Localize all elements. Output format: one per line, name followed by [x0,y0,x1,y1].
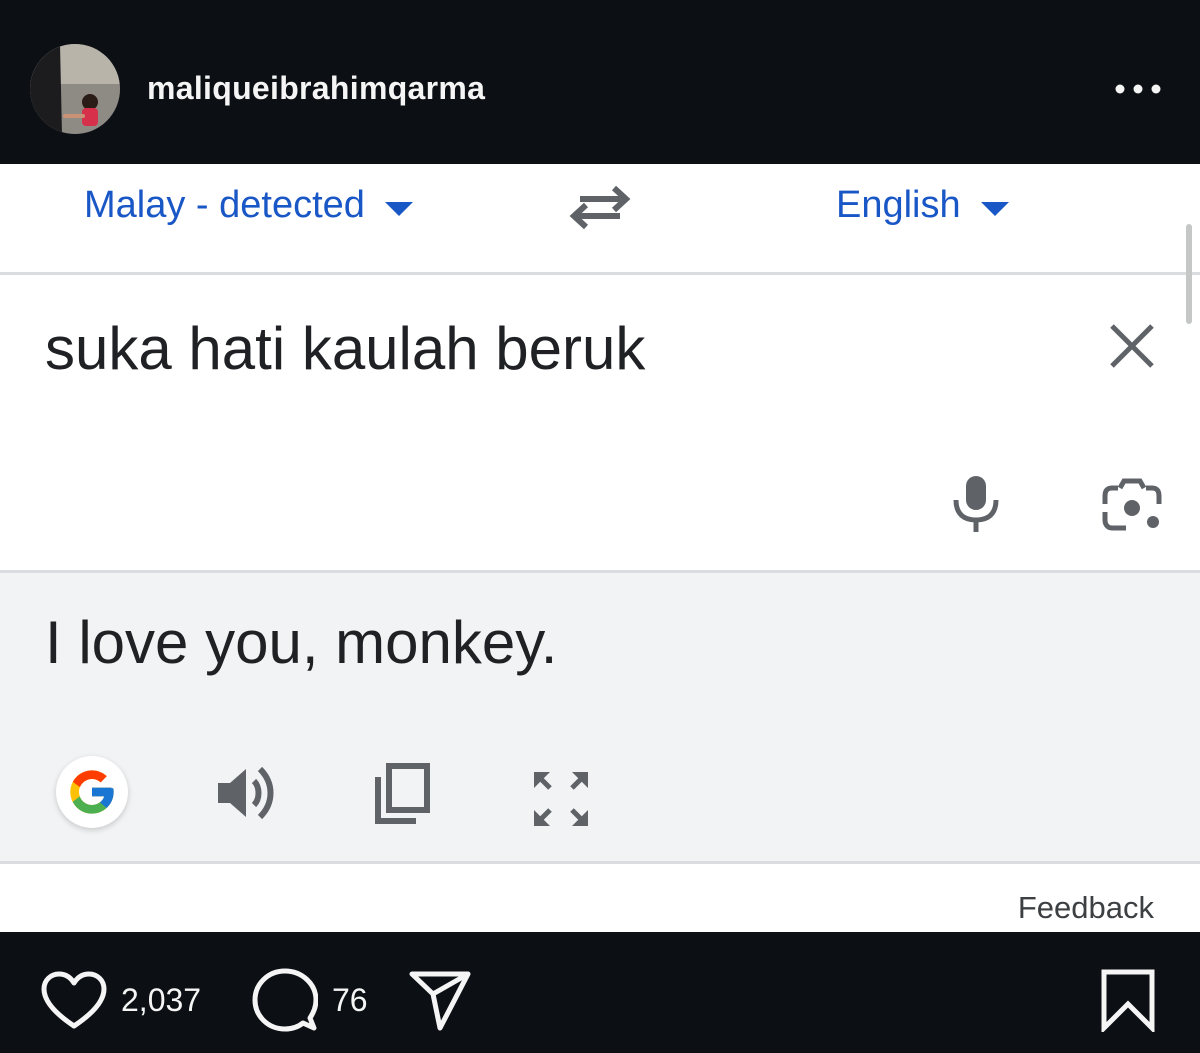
close-icon[interactable] [1108,322,1156,370]
more-options-icon[interactable] [1108,72,1168,106]
source-language-label: Malay - detected [84,184,365,226]
comment-count[interactable]: 76 [332,982,368,1019]
google-logo-icon[interactable] [56,756,128,828]
target-language-selector[interactable]: English [836,184,1009,227]
fullscreen-icon[interactable] [530,768,592,830]
mic-icon[interactable] [950,474,1002,534]
post-header: maliqueibrahimqarma [0,0,1200,164]
source-language-selector[interactable]: Malay - detected [84,184,413,227]
scrollbar[interactable] [1186,224,1192,324]
copy-icon[interactable] [372,763,432,827]
source-text[interactable]: suka hati kaulah beruk [45,314,645,383]
comment-icon[interactable] [252,968,319,1034]
swap-languages-icon[interactable] [566,182,634,232]
target-language-label: English [836,184,961,226]
feedback-link[interactable]: Feedback [1018,890,1154,926]
translated-text[interactable]: I love you, monkey. [45,608,557,677]
avatar-photo [30,44,120,134]
heart-icon[interactable] [40,970,108,1032]
chevron-down-icon [384,201,413,216]
language-bar: Malay - detected English [0,164,1200,275]
camera-lens-icon[interactable] [1100,478,1164,534]
avatar[interactable] [30,44,120,134]
translation-result-panel: I love you, monkey. [0,570,1200,864]
username[interactable]: maliqueibrahimqarma [147,70,485,107]
speaker-icon[interactable] [214,763,278,823]
like-count[interactable]: 2,037 [121,982,201,1019]
bookmark-icon[interactable] [1100,968,1156,1035]
share-icon[interactable] [408,970,472,1032]
chevron-down-icon [980,201,1009,216]
translate-card: Malay - detected English suka hati kaula… [0,164,1200,932]
